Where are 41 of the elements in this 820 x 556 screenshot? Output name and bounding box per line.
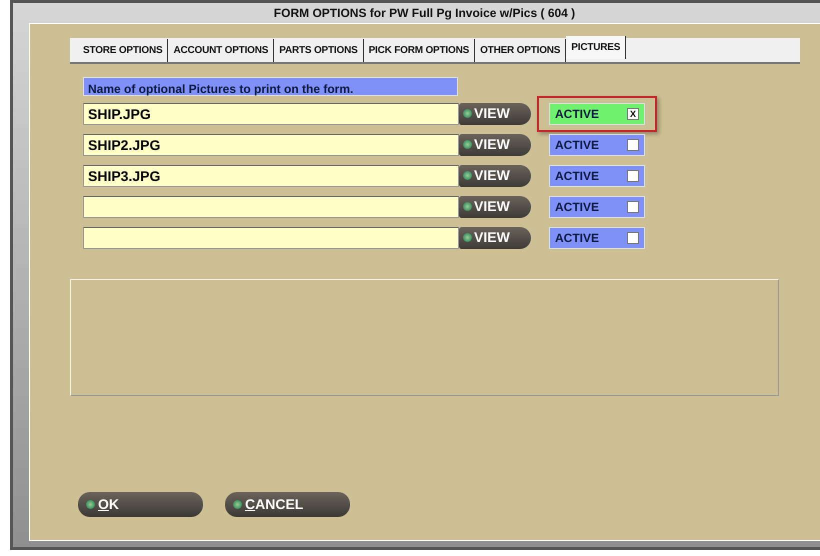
file-name-field[interactable]: SHIP3.JPG <box>83 164 459 186</box>
active-label: ACTIVE <box>555 198 600 216</box>
ok-button[interactable]: OK <box>78 492 203 517</box>
view-button[interactable]: VIEW <box>459 196 531 218</box>
checkbox[interactable]: X <box>627 108 639 120</box>
dot-icon <box>463 233 472 242</box>
view-button[interactable]: VIEW <box>459 226 531 248</box>
file-name-field[interactable] <box>83 226 459 248</box>
view-button[interactable]: VIEW <box>459 134 531 156</box>
tab[interactable]: PICTURES <box>566 36 626 58</box>
active-label: ACTIVE <box>555 136 600 154</box>
tab[interactable]: PICK FORM OPTIONS <box>364 38 476 62</box>
file-name-field[interactable]: SHIP2.JPG <box>83 134 459 156</box>
dot-icon <box>463 109 472 118</box>
view-button[interactable]: VIEW <box>459 102 531 124</box>
active-toggle[interactable]: ACTIVE <box>549 134 645 156</box>
checkbox[interactable] <box>627 232 639 244</box>
cancel-button[interactable]: CANCEL <box>225 492 350 517</box>
checkbox[interactable] <box>627 170 639 182</box>
section-heading: Name of optional Pictures to print on the form. <box>83 77 458 96</box>
view-button[interactable]: VIEW <box>459 164 531 186</box>
tab[interactable]: STORE OPTIONS <box>78 38 168 62</box>
active-toggle[interactable]: ACTIVE <box>549 226 645 248</box>
active-toggle[interactable]: ACTIVE <box>549 164 645 186</box>
tab[interactable]: PARTS OPTIONS <box>274 38 364 62</box>
dot-icon <box>463 171 472 180</box>
window-title: FORM OPTIONS for PW Full Pg Invoice w/Pics ( 604 ) <box>272 5 576 22</box>
active-label: ACTIVE <box>555 168 600 184</box>
file-name-field[interactable] <box>83 196 459 218</box>
active-label: ACTIVE <box>555 106 600 122</box>
file-name-field[interactable]: SHIP.JPG <box>83 102 459 124</box>
dot-icon <box>86 500 95 509</box>
active-toggle[interactable]: ACTIVE X <box>549 102 645 124</box>
tab[interactable]: ACCOUNT OPTIONS <box>168 38 274 62</box>
dot-icon <box>233 500 242 509</box>
checkbox[interactable] <box>627 138 639 150</box>
dot-icon <box>463 202 472 211</box>
active-label: ACTIVE <box>555 230 600 246</box>
dot-icon <box>463 140 472 149</box>
active-toggle[interactable]: ACTIVE <box>549 196 645 218</box>
checkbox[interactable] <box>627 200 639 212</box>
